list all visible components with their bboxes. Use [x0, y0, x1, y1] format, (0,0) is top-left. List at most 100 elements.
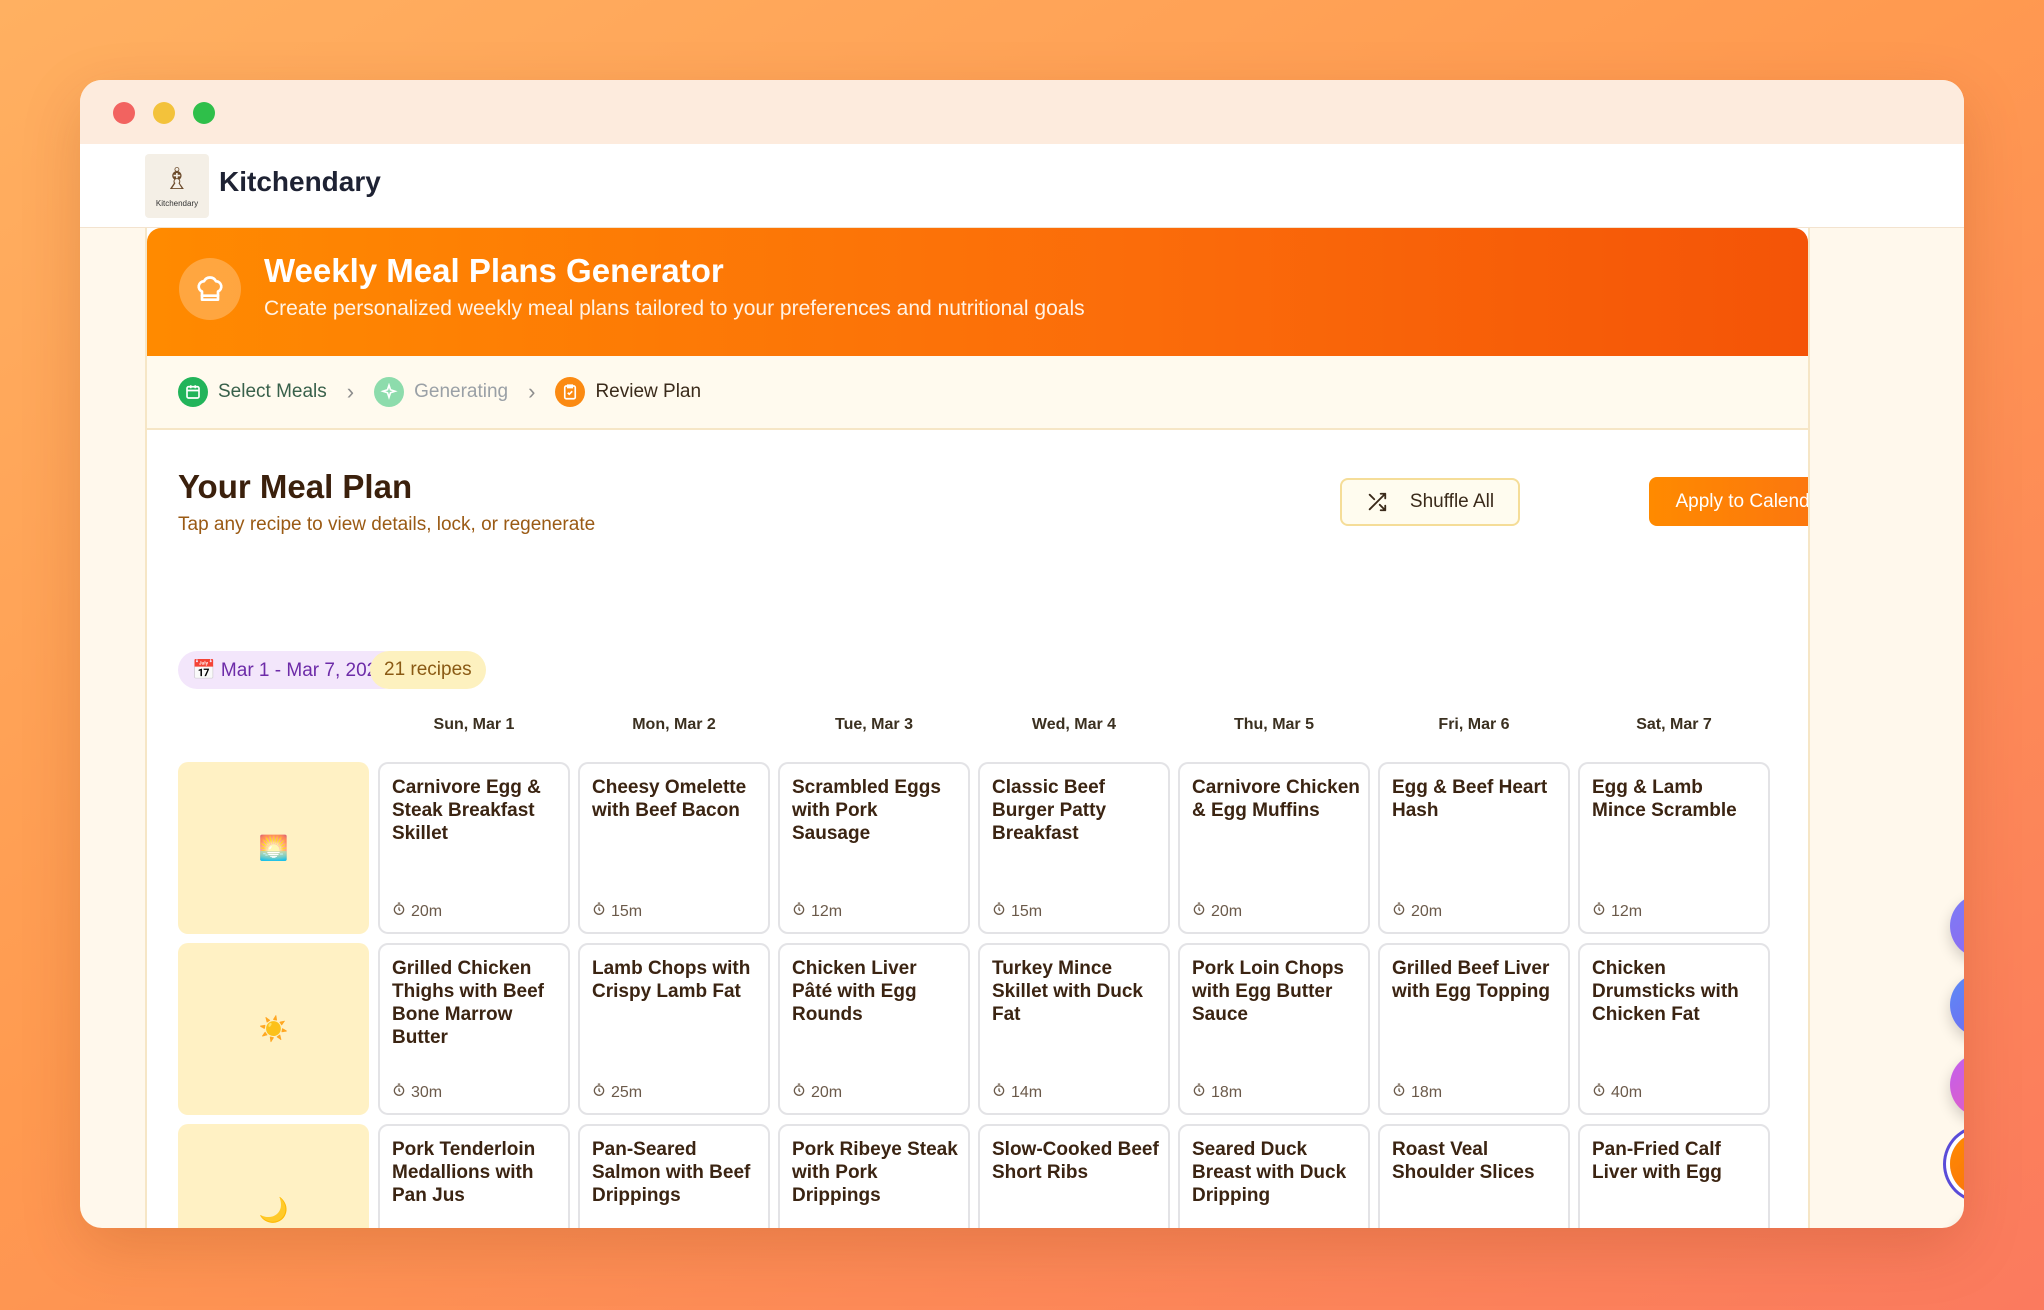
recipe-name: Classic Beef Burger Patty Breakfast	[992, 777, 1107, 844]
recipe-time-value: 15m	[611, 902, 643, 920]
recipe-time: 20m	[1192, 902, 1242, 921]
calendar-fab-button[interactable]	[1950, 894, 1964, 958]
recipe-time: 12m	[1592, 902, 1642, 921]
maximize-window-button[interactable]	[193, 102, 215, 124]
recipe-card[interactable]: Classic Beef Burger Patty Breakfast 15m	[978, 762, 1170, 934]
recipe-name: Scrambled Eggs with Pork Sausage	[792, 777, 941, 844]
recipe-card[interactable]: Scrambled Eggs with Pork Sausage 12m	[778, 762, 970, 934]
timer-icon	[1192, 902, 1211, 921]
recipe-time: 20m	[1392, 902, 1442, 921]
clipboard-check-icon	[555, 377, 586, 407]
chevron-right-icon: ›	[528, 379, 536, 404]
close-window-button[interactable]	[113, 102, 135, 124]
recipe-time-value: 18m	[1211, 1083, 1243, 1101]
apply-to-calendar-button[interactable]: Apply to Calendar	[1649, 477, 1808, 526]
shuffle-all-label: Shuffle All	[1409, 491, 1495, 512]
recipe-name: Pork Loin Chops with Egg Butter Sauce	[1192, 958, 1344, 1025]
recipe-name: Chicken Liver Pâté with Egg Rounds	[792, 958, 917, 1025]
recipe-time-value: 20m	[411, 902, 443, 920]
day-header: Thu, Mar 5	[1233, 716, 1314, 733]
recipe-time-value: 15m	[1011, 902, 1043, 920]
recipe-time: 12m	[792, 902, 842, 921]
day-header: Fri, Mar 6	[1438, 716, 1510, 733]
recipe-card[interactable]: Seared Duck Breast with Duck Dripping25m	[1178, 1124, 1370, 1228]
recipe-card[interactable]: Chicken Drumsticks with Chicken Fat 40m	[1578, 943, 1770, 1115]
timer-icon	[1392, 1083, 1411, 1102]
shuffle-all-button[interactable]: Shuffle All	[1340, 478, 1520, 526]
page-subtitle: Tap any recipe to view details, lock, or…	[178, 514, 596, 535]
ai-generate-fab-button[interactable]	[1950, 1053, 1964, 1117]
step-select-meals[interactable]: Select Meals	[178, 377, 327, 407]
hero-banner: Weekly Meal Plans Generator Create perso…	[147, 228, 1808, 356]
recipe-card[interactable]: Roast Veal Shoulder Slices60m	[1378, 1124, 1570, 1228]
recipe-card[interactable]: Pork Tenderloin Medallions with Pan Jus1…	[378, 1124, 570, 1228]
recipe-name: Pork Ribeye Steak with Pork Drippings	[792, 1139, 958, 1206]
day-header: Wed, Mar 4	[1031, 716, 1117, 733]
app-window: ♗ Kitchendary Kitchendary Weekly Meal Pl…	[80, 80, 1964, 1228]
recipe-card[interactable]: Pork Loin Chops with Egg Butter Sauce 18m	[1178, 943, 1370, 1115]
date-range-badge: 📅 Mar 1 - Mar 7, 2026	[178, 651, 402, 689]
recipe-name: Egg & Beef Heart Hash	[1392, 777, 1548, 821]
recipe-name: Lamb Chops with Crispy Lamb Fat	[592, 958, 751, 1002]
timer-icon	[992, 1083, 1011, 1102]
timer-icon	[792, 1083, 811, 1102]
meal-plans-fab-button[interactable]	[1950, 1132, 1964, 1196]
recipe-name: Egg & Lamb Mince Scramble	[1592, 777, 1737, 821]
progress-stepper: Select Meals › Generating › Review Plan	[147, 356, 1808, 430]
recipe-time: 18m	[1392, 1083, 1442, 1102]
recipe-card[interactable]: Grilled Chicken Thighs with Beef Bone Ma…	[378, 943, 570, 1115]
step-label: Select Meals	[218, 381, 327, 402]
step-review-plan[interactable]: Review Plan	[555, 377, 701, 407]
timer-icon	[792, 902, 811, 921]
recipe-time-value: 30m	[411, 1083, 443, 1101]
recipe-name: Roast Veal Shoulder Slices	[1392, 1139, 1535, 1183]
brand-name: Kitchendary	[219, 166, 381, 197]
recipe-time: 14m	[992, 1083, 1042, 1102]
step-label: Generating	[414, 381, 509, 402]
step-generating[interactable]: Generating	[374, 377, 508, 407]
shuffle-icon	[1368, 492, 1387, 512]
recipe-time-value: 25m	[611, 1083, 643, 1101]
app-logo[interactable]: ♗ Kitchendary	[145, 154, 209, 218]
window-titlebar	[80, 80, 1964, 144]
recipe-card[interactable]: Cheesy Omelette with Beef Bacon 15m	[578, 762, 770, 934]
recipe-time-value: 40m	[1611, 1083, 1643, 1101]
recipe-card[interactable]: Carnivore Chicken & Egg Muffins 20m	[1178, 762, 1370, 934]
chevron-right-icon: ›	[346, 379, 355, 404]
recipe-name: Chicken Drumsticks with Chicken Fat	[1592, 958, 1739, 1025]
recipe-time: 20m	[392, 902, 442, 921]
recipe-name: Cheesy Omelette with Beef Bacon	[592, 777, 747, 821]
day-header: Sat, Mar 7	[1636, 716, 1712, 733]
moon-icon: 🌙	[178, 1124, 369, 1228]
recipe-card[interactable]: Lamb Chops with Crispy Lamb Fat 25m	[578, 943, 770, 1115]
recipes-fab-button[interactable]	[1950, 973, 1964, 1037]
recipe-card[interactable]: Egg & Beef Heart Hash 20m	[1378, 762, 1570, 934]
hero-title: Weekly Meal Plans Generator	[264, 252, 724, 289]
recipe-name: Grilled Chicken Thighs with Beef Bone Ma…	[392, 958, 544, 1048]
timer-icon	[1592, 1083, 1611, 1102]
recipe-card[interactable]: Turkey Mince Skillet with Duck Fat 14m	[978, 943, 1170, 1115]
hero-subtitle: Create personalized weekly meal plans ta…	[264, 297, 1085, 320]
recipe-name: Pork Tenderloin Medallions with Pan Jus	[392, 1139, 536, 1206]
recipe-time: 15m	[992, 902, 1042, 921]
sunrise-icon: 🌅	[178, 762, 369, 934]
recipe-time-value: 12m	[811, 902, 843, 920]
shopping-list-fab-button[interactable]	[1950, 1212, 1964, 1228]
minimize-window-button[interactable]	[153, 102, 175, 124]
chef-logo-icon: ♗	[163, 162, 191, 196]
timer-icon	[392, 902, 411, 921]
recipe-card[interactable]: Slow-Cooked Beef Short Ribs160m	[978, 1124, 1170, 1228]
recipe-card[interactable]: Egg & Lamb Mince Scramble 12m	[1578, 762, 1770, 934]
recipe-card[interactable]: Pan-Fried Calf Liver with Egg13m	[1578, 1124, 1770, 1228]
recipe-time-value: 18m	[1411, 1083, 1443, 1101]
recipe-card[interactable]: Pork Ribeye Steak with Pork Drippings16m	[778, 1124, 970, 1228]
recipe-card[interactable]: Grilled Beef Liver with Egg Topping 18m	[1378, 943, 1570, 1115]
recipe-card[interactable]: Pan-Seared Salmon with Beef Drippings12m	[578, 1124, 770, 1228]
sparkle-icon	[374, 377, 405, 407]
recipe-time-value: 12m	[1611, 902, 1643, 920]
recipe-name: Pan-Seared Salmon with Beef Drippings	[592, 1139, 751, 1206]
recipe-card[interactable]: Chicken Liver Pâté with Egg Rounds 20m	[778, 943, 970, 1115]
logo-text: Kitchendary	[155, 198, 199, 208]
main-content: Weekly Meal Plans Generator Create perso…	[145, 228, 1810, 1228]
recipe-card[interactable]: Carnivore Egg & Steak Breakfast Skillet 2…	[378, 762, 570, 934]
